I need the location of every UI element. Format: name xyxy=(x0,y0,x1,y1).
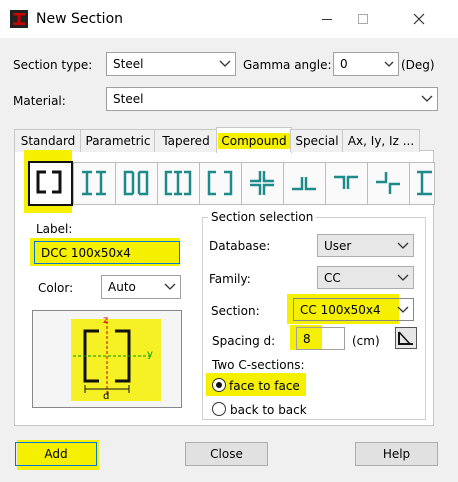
section-preview: z y d xyxy=(32,310,182,408)
family-dropdown[interactable]: CC xyxy=(317,266,414,289)
chevron-down-icon xyxy=(397,242,409,249)
face-to-face-radio[interactable] xyxy=(212,378,226,392)
double-angle-tee-icon xyxy=(292,177,316,191)
tab-label: Ax, Iy, Iz ... xyxy=(347,134,415,148)
maximize-button[interactable] xyxy=(348,7,378,31)
tab-label: Parametric xyxy=(85,134,151,148)
tab-compound[interactable]: Compound xyxy=(216,127,292,153)
tab-label: Compound xyxy=(218,132,290,149)
tab-label: Tapered xyxy=(162,134,210,148)
double-i-icon xyxy=(82,170,106,196)
chevron-down-icon xyxy=(421,95,433,102)
section-value: CC 100x50x4 xyxy=(300,302,381,317)
color-caption: Color: xyxy=(38,281,74,295)
more-sections-button[interactable] xyxy=(409,162,435,205)
i-channel-combo-button[interactable] xyxy=(157,162,200,205)
box-channel-button[interactable] xyxy=(199,162,242,205)
material-value: Steel xyxy=(113,92,144,106)
double-angle-top-button[interactable] xyxy=(325,162,368,205)
help-button[interactable]: Help xyxy=(355,442,438,466)
tab-special[interactable]: Special xyxy=(290,129,344,152)
maximize-icon xyxy=(358,14,368,24)
double-channel-back-icon xyxy=(123,170,149,196)
close-window-button[interactable] xyxy=(404,7,434,31)
preview-y-label: y xyxy=(147,349,153,360)
double-angle-tee-button[interactable] xyxy=(283,162,326,205)
box-channel-icon xyxy=(207,170,233,196)
gamma-unit: (Deg) xyxy=(401,58,435,72)
tab-label: Standard xyxy=(20,134,76,148)
double-channel-face-to-face-button[interactable] xyxy=(28,161,73,206)
section-type-dropdown[interactable]: Steel xyxy=(106,52,236,76)
section-dropdown[interactable]: CC 100x50x4 xyxy=(293,298,414,321)
close-button-label: Close xyxy=(210,447,243,461)
material-label: Material: xyxy=(13,94,66,108)
chevron-down-icon xyxy=(164,283,176,290)
spacing-unit: (cm) xyxy=(352,334,380,348)
material-dropdown[interactable]: Steel xyxy=(106,87,438,111)
tab-parametric[interactable]: Parametric xyxy=(80,129,156,152)
partial-section-icon xyxy=(417,170,432,196)
spacing-label: Spacing d: xyxy=(212,334,276,348)
double-i-button[interactable] xyxy=(73,162,116,205)
chevron-down-icon xyxy=(397,274,409,281)
label-input-value: DCC 100x50x4 xyxy=(41,245,131,260)
spinner-arrow-icon xyxy=(384,61,394,67)
color-value: Auto xyxy=(108,280,136,294)
add-button[interactable]: Add xyxy=(15,442,97,466)
database-dropdown[interactable]: User xyxy=(317,234,414,257)
chevron-down-icon xyxy=(397,306,409,313)
add-button-label: Add xyxy=(44,447,68,461)
back-to-back-label: back to back xyxy=(230,403,307,417)
section-label: Section: xyxy=(211,304,260,318)
back-to-back-radio[interactable] xyxy=(212,402,226,416)
i-channel-combo-icon xyxy=(164,170,192,196)
section-selection-title: Section selection xyxy=(208,210,317,224)
double-channel-face-icon xyxy=(36,170,62,194)
tab-bar: Standard Parametric Tapered Compound Spe… xyxy=(14,127,434,153)
family-value: CC xyxy=(324,270,341,285)
chevron-down-icon xyxy=(219,60,231,67)
close-icon xyxy=(413,13,425,25)
measure-tool-button[interactable] xyxy=(395,327,417,349)
gamma-angle-value: 0 xyxy=(340,57,348,71)
face-to-face-label: face to face xyxy=(229,379,300,393)
label-caption: Label: xyxy=(36,222,73,236)
preview-z-label: z xyxy=(103,315,109,326)
minimize-icon xyxy=(322,19,332,20)
angle-star-button[interactable] xyxy=(367,162,410,205)
label-input[interactable]: DCC 100x50x4 xyxy=(34,241,180,264)
database-value: User xyxy=(324,238,352,253)
help-button-label: Help xyxy=(382,447,411,461)
close-button[interactable]: Close xyxy=(185,442,268,466)
preview-d-label: d xyxy=(103,391,110,402)
section-type-value: Steel xyxy=(113,57,144,71)
tab-label: Special xyxy=(295,134,339,148)
four-angle-cross-icon xyxy=(250,171,274,195)
gamma-angle-spinner[interactable]: 0 xyxy=(333,52,399,76)
section-type-label: Section type: xyxy=(13,58,93,72)
tab-standard[interactable]: Standard xyxy=(14,129,82,152)
four-angle-cross-button[interactable] xyxy=(241,162,284,205)
double-angle-top-icon xyxy=(334,175,358,189)
measure-tool-icon xyxy=(398,331,413,345)
app-icon xyxy=(10,10,28,28)
spacing-value: 8 xyxy=(303,331,311,346)
double-channel-back-button[interactable] xyxy=(115,162,158,205)
database-label: Database: xyxy=(209,239,271,253)
minimize-button[interactable] xyxy=(312,7,342,31)
window-title: New Section xyxy=(36,11,124,27)
tab-tapered[interactable]: Tapered xyxy=(154,129,218,152)
color-dropdown[interactable]: Auto xyxy=(101,275,181,299)
spacing-input[interactable]: 8 xyxy=(296,327,345,350)
two-c-sections-label: Two C-sections: xyxy=(212,358,305,372)
family-label: Family: xyxy=(209,272,251,286)
tab-ax-iy-iz[interactable]: Ax, Iy, Iz ... xyxy=(342,129,420,152)
angle-star-icon xyxy=(376,172,400,194)
gamma-angle-label: Gamma angle: xyxy=(243,58,332,72)
